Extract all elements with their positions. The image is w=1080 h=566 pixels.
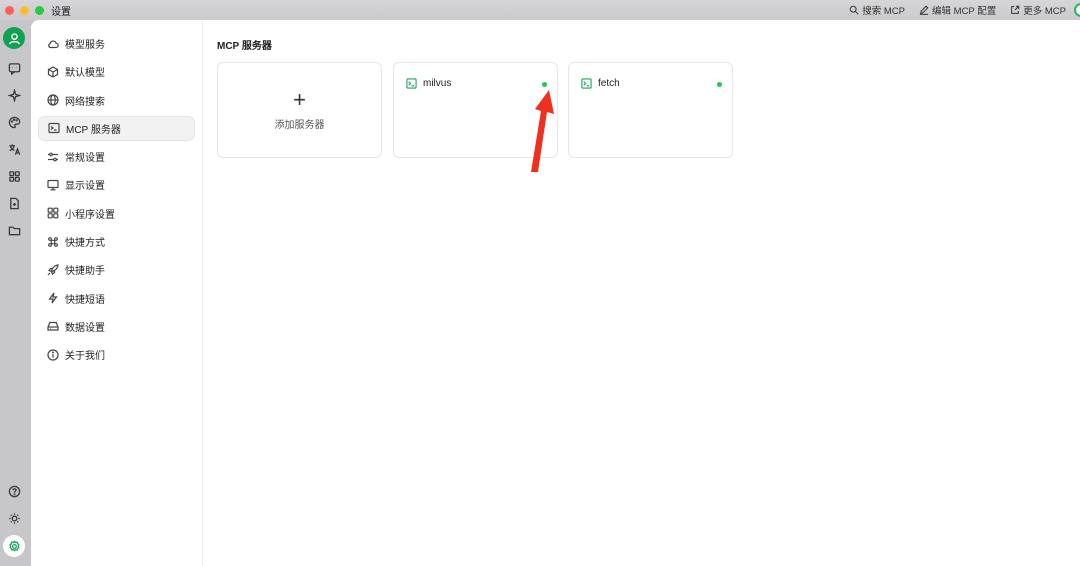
main-content: MCP 服务器 + 添加服务器 milvus fetch xyxy=(203,20,1080,566)
sidebar-item-mcp-servers[interactable]: MCP 服务器 xyxy=(38,115,195,141)
translate-icon[interactable] xyxy=(6,141,22,157)
sidebar-item-shortcuts[interactable]: 快捷方式 xyxy=(38,229,195,254)
window-controls xyxy=(5,5,44,15)
terminal-icon xyxy=(406,78,417,89)
edit-icon xyxy=(919,5,929,15)
server-card-header: fetch xyxy=(581,78,620,89)
sidebar-item-about-us[interactable]: 关于我们 xyxy=(38,342,195,367)
sparkle-icon[interactable] xyxy=(6,87,22,103)
page-title: MCP 服务器 xyxy=(217,41,272,52)
external-link-icon xyxy=(1011,5,1020,14)
search-mcp-label: 搜索 MCP xyxy=(862,6,906,17)
sidebar-item-label: 快捷方式 xyxy=(65,238,105,250)
sidebar-item-label: 常规设置 xyxy=(65,153,105,165)
more-mcp-button[interactable]: 更多 MCP xyxy=(1010,3,1066,17)
sidebar-item-default-model[interactable]: 默认模型 xyxy=(38,59,195,84)
plus-icon: + xyxy=(293,87,306,112)
sidebar-item-label: MCP 服务器 xyxy=(66,124,121,136)
title-bar: 设置 搜索 MCP 编辑 MCP 配置 更多 MCP xyxy=(0,0,1080,20)
sidebar-item-model-service[interactable]: 模型服务 xyxy=(38,31,195,56)
brightness-icon[interactable] xyxy=(6,510,22,526)
close-window-button[interactable] xyxy=(5,5,14,15)
hard-drive-icon xyxy=(47,322,59,332)
window-title: 设置 xyxy=(51,6,71,18)
apps-grid-icon[interactable] xyxy=(6,168,22,184)
sidebar-item-quick-phrases[interactable]: 快捷短语 xyxy=(38,286,195,311)
add-server-label: 添加服务器 xyxy=(274,120,325,131)
sidebar-item-label: 关于我们 xyxy=(65,351,105,363)
server-status-dot xyxy=(542,82,547,87)
terminal-icon xyxy=(581,78,592,89)
cloud-icon xyxy=(48,39,59,48)
settings-icon[interactable] xyxy=(3,535,25,557)
search-mcp-button[interactable]: 搜索 MCP xyxy=(849,3,905,17)
search-icon xyxy=(850,5,859,15)
add-server-card[interactable]: + 添加服务器 xyxy=(217,62,382,158)
status-badge-icon xyxy=(1074,3,1080,17)
chat-icon[interactable] xyxy=(6,60,22,76)
sidebar-item-label: 网络搜索 xyxy=(65,96,105,108)
server-card-fetch[interactable]: fetch xyxy=(568,62,733,158)
sidebar-item-label: 小程序设置 xyxy=(65,209,115,221)
sliders-icon xyxy=(48,152,58,162)
monitor-icon xyxy=(47,179,59,191)
server-name: milvus xyxy=(423,78,452,89)
sidebar-item-quick-assistant[interactable]: 快捷助手 xyxy=(38,257,195,282)
sidebar-item-web-search[interactable]: 网络搜索 xyxy=(38,88,195,113)
cube-icon xyxy=(47,66,59,78)
server-status-dot xyxy=(717,82,722,87)
sidebar-item-label: 快捷短语 xyxy=(65,294,105,306)
server-name: fetch xyxy=(598,78,620,89)
app-rail xyxy=(0,20,31,566)
sidebar-item-label: 显示设置 xyxy=(65,181,105,193)
palette-icon[interactable] xyxy=(6,114,22,130)
sidebar-item-label: 数据设置 xyxy=(65,322,105,334)
rocket-icon xyxy=(47,264,59,276)
settings-sidebar: 模型服务 默认模型 网络搜索 MCP 服务器 常规设置 显示设置 小程序设置 快… xyxy=(31,20,203,566)
edit-mcp-config-label: 编辑 MCP 配置 xyxy=(932,6,997,17)
folder-icon[interactable] xyxy=(6,222,22,238)
user-avatar-icon[interactable] xyxy=(3,27,25,49)
more-mcp-label: 更多 MCP xyxy=(1023,6,1066,17)
toolbar-actions: 搜索 MCP 编辑 MCP 配置 更多 MCP xyxy=(849,0,1066,20)
globe-icon xyxy=(47,94,59,106)
maximize-window-button[interactable] xyxy=(35,5,44,15)
sidebar-item-general-settings[interactable]: 常规设置 xyxy=(38,144,195,169)
sidebar-item-display-settings[interactable]: 显示设置 xyxy=(38,172,195,197)
command-icon xyxy=(48,236,58,247)
apps-grid-icon xyxy=(47,207,59,219)
sidebar-item-label: 模型服务 xyxy=(65,40,105,51)
file-icon[interactable] xyxy=(6,195,22,211)
sidebar-item-label: 快捷助手 xyxy=(65,266,105,278)
edit-mcp-config-button[interactable]: 编辑 MCP 配置 xyxy=(919,3,996,17)
lightning-icon xyxy=(48,292,58,304)
minimize-window-button[interactable] xyxy=(20,5,29,15)
sidebar-item-data-settings[interactable]: 数据设置 xyxy=(38,314,195,339)
help-icon[interactable] xyxy=(6,483,22,499)
server-card-header: milvus xyxy=(406,78,451,89)
server-card-milvus[interactable]: milvus xyxy=(393,62,558,158)
sidebar-item-label: 默认模型 xyxy=(65,68,105,80)
terminal-icon xyxy=(48,123,60,134)
info-icon xyxy=(47,349,59,361)
sidebar-item-miniapp-settings[interactable]: 小程序设置 xyxy=(38,201,195,226)
